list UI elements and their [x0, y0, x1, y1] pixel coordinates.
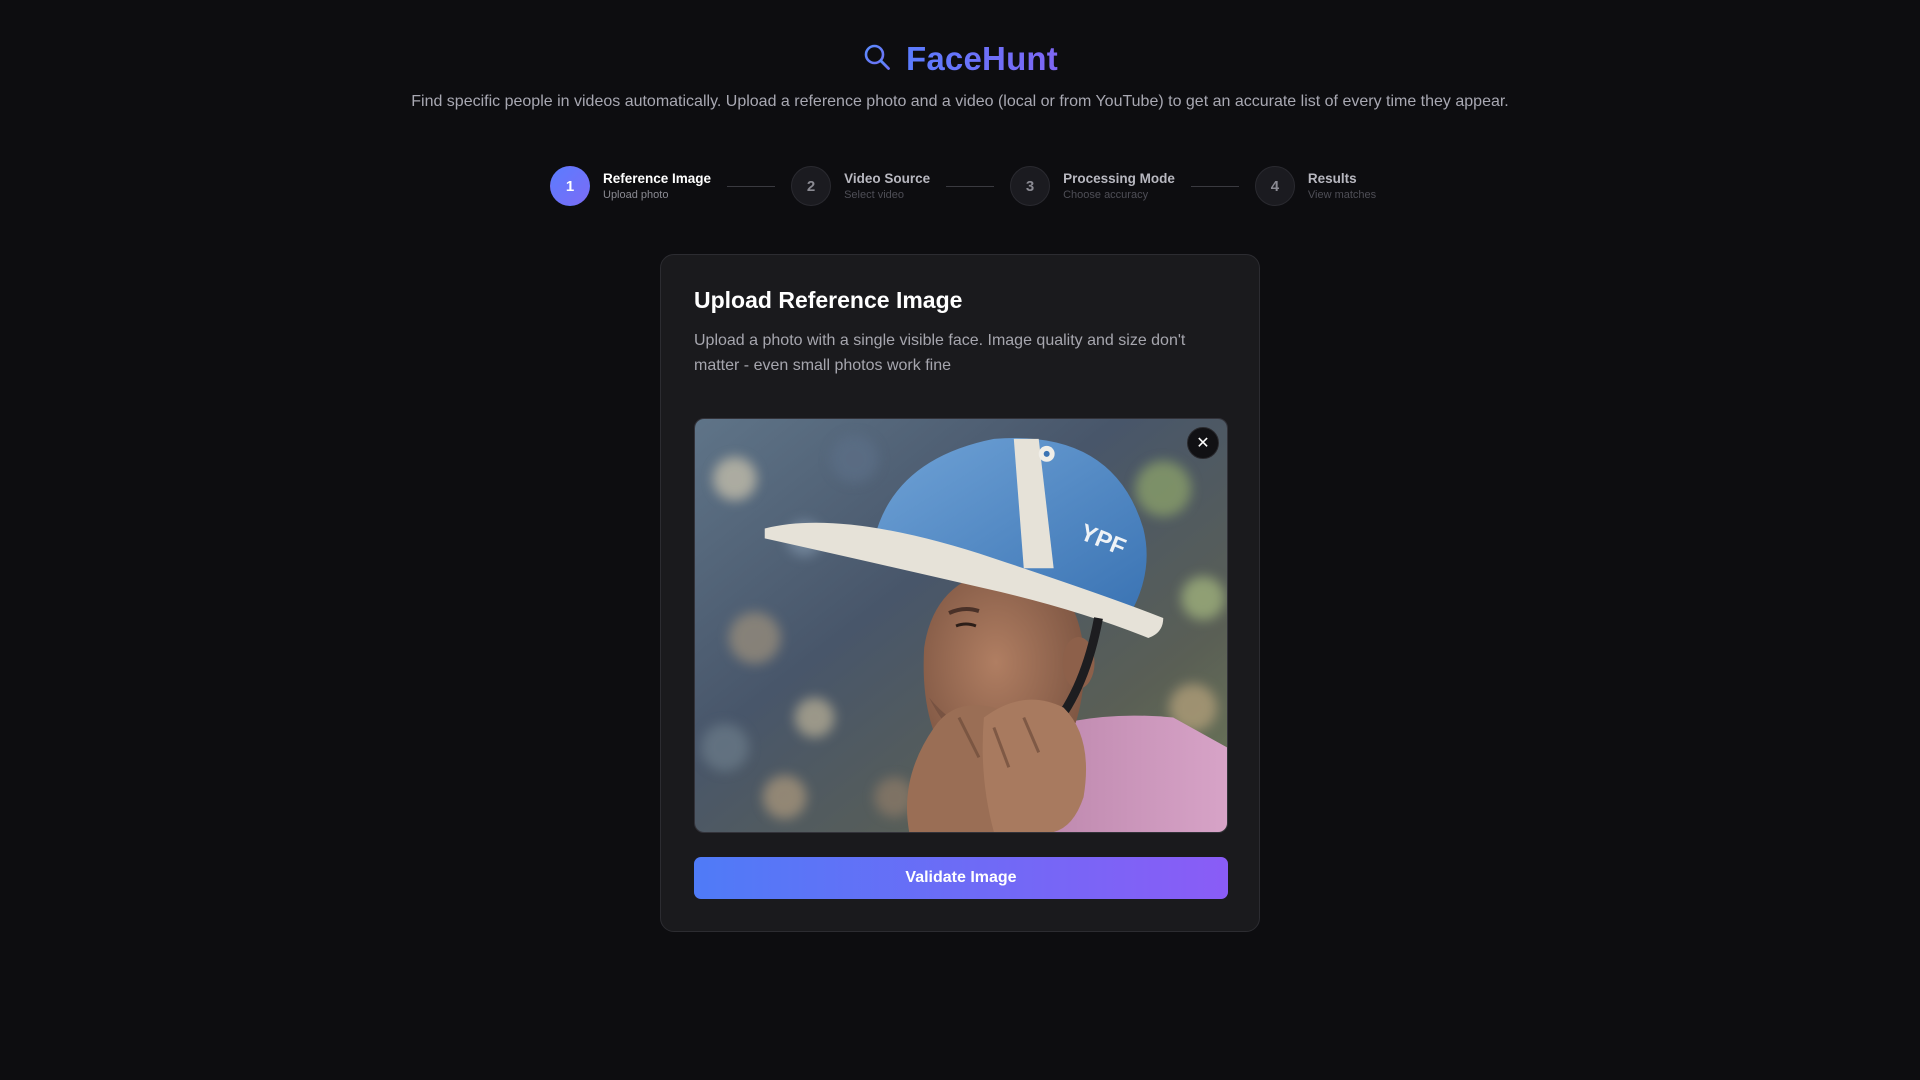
reference-image-preview: YPF ✕ — [694, 418, 1228, 833]
upload-card: Upload Reference Image Upload a photo wi… — [660, 254, 1260, 932]
step-label: Reference Image — [603, 171, 712, 186]
step-label: Processing Mode — [1063, 171, 1175, 186]
step-video-source[interactable]: 2 Video Source Select video — [791, 166, 930, 206]
step-processing-mode[interactable]: 3 Processing Mode Choose accuracy — [1010, 166, 1175, 206]
brand-header: FaceHunt — [0, 40, 1920, 78]
step-connector — [1190, 185, 1239, 187]
step-label: Video Source — [844, 171, 931, 186]
remove-image-button[interactable]: ✕ — [1187, 427, 1219, 459]
card-description: Upload a photo with a single visible fac… — [694, 332, 1186, 374]
validate-image-button[interactable]: Validate Image — [694, 857, 1228, 899]
step-number: 4 — [1254, 166, 1295, 206]
step-results[interactable]: 4 Results View matches — [1254, 166, 1377, 206]
app-page: FaceHunt Find specific people in videos … — [0, 0, 1920, 1080]
step-number: 2 — [791, 166, 832, 206]
step-sublabel: Choose accuracy — [1063, 189, 1149, 201]
search-icon — [862, 42, 892, 77]
step-connector — [946, 185, 995, 187]
card-title: Upload Reference Image — [694, 287, 963, 313]
app-title: FaceHunt — [906, 40, 1058, 77]
step-number: 1 — [550, 166, 590, 206]
step-reference-image[interactable]: 1 Reference Image Upload photo — [550, 166, 711, 206]
close-icon: ✕ — [1196, 435, 1210, 452]
step-label: Results — [1307, 171, 1357, 186]
progress-stepper: 1 Reference Image Upload photo 2 Video S… — [550, 166, 1376, 206]
app-tagline: Find specific people in videos automatic… — [411, 93, 1509, 110]
step-sublabel: Select video — [844, 189, 904, 201]
step-sublabel: Upload photo — [603, 189, 669, 201]
reference-photo: YPF — [695, 419, 1227, 832]
step-number: 3 — [1010, 166, 1051, 206]
step-connector — [727, 185, 776, 187]
step-sublabel: View matches — [1307, 189, 1377, 201]
